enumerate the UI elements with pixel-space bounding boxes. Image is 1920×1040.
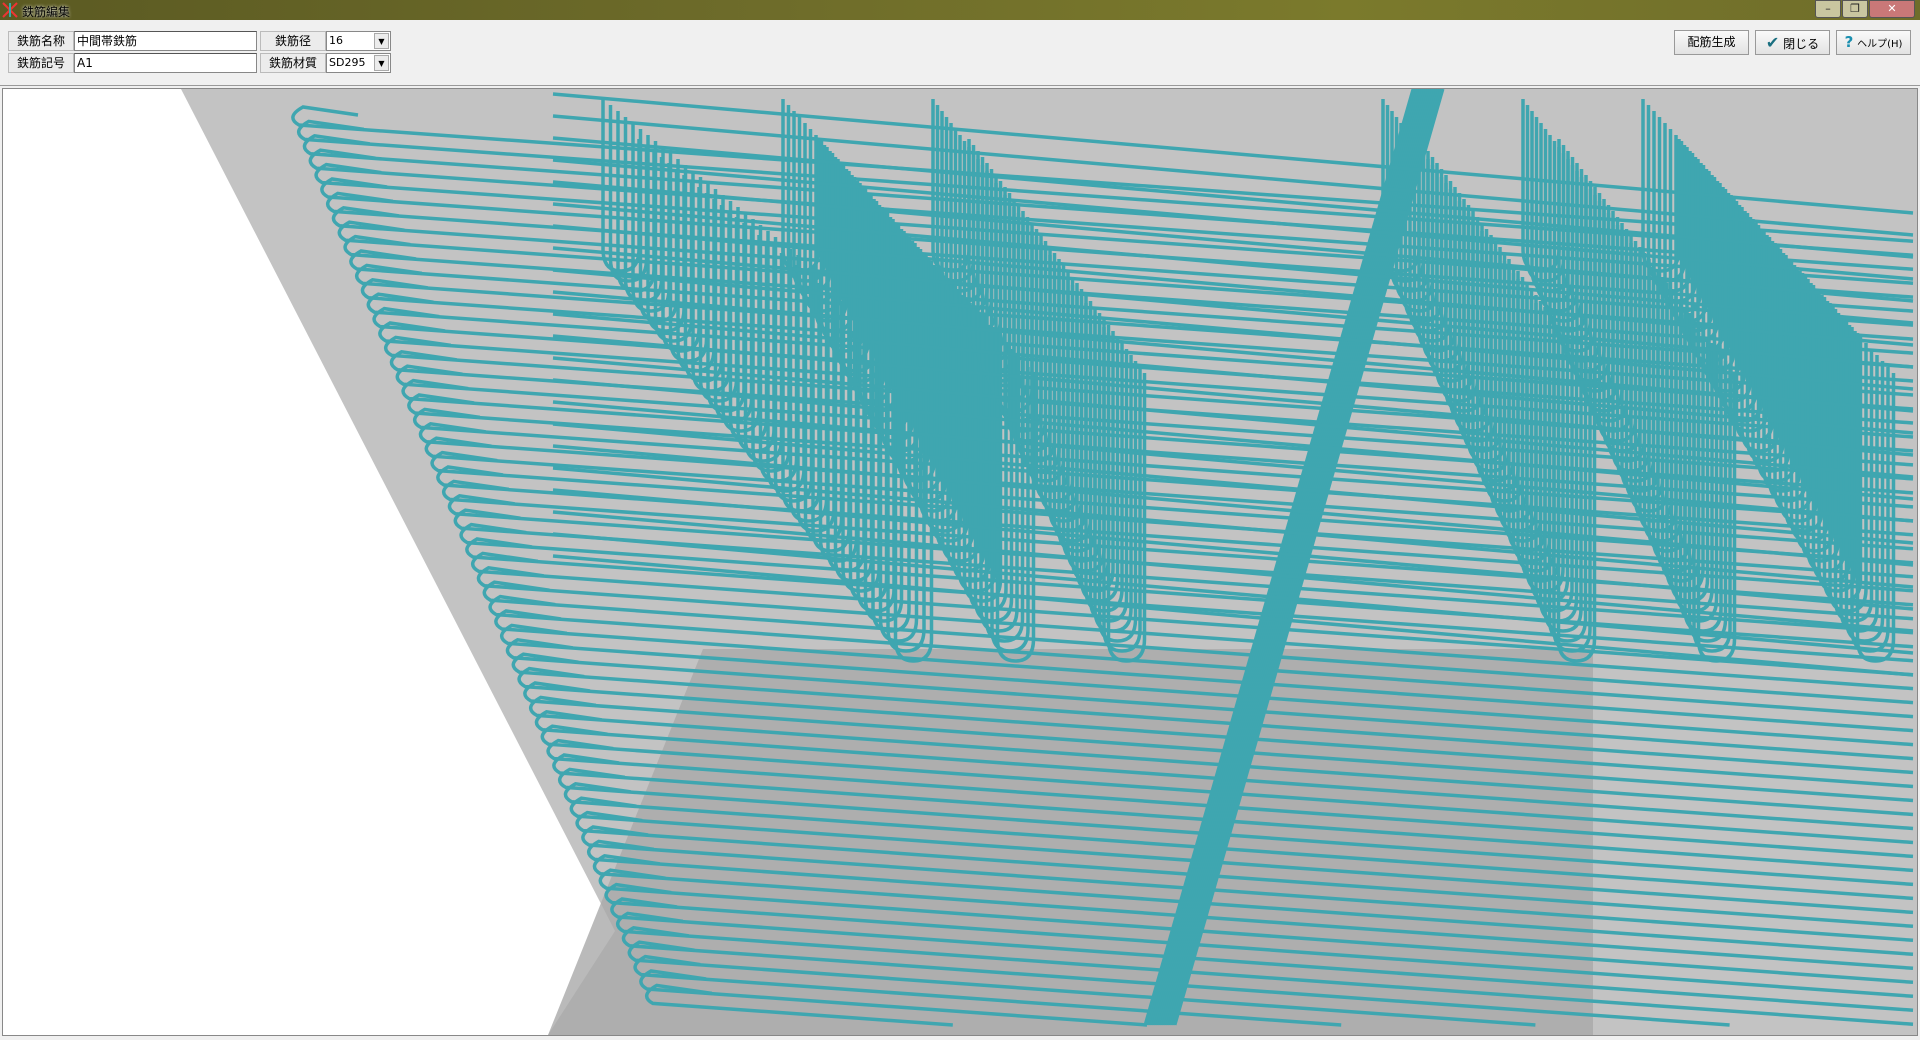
- chevron-down-icon[interactable]: ▼: [374, 33, 389, 49]
- rebar-material-select[interactable]: SD295 ▼: [326, 53, 391, 73]
- window-title: 鉄筋編集: [22, 5, 71, 19]
- rebar-material-value: SD295: [329, 56, 366, 69]
- chevron-down-icon[interactable]: ▼: [374, 55, 389, 71]
- help-button[interactable]: ? ヘルプ(H): [1836, 30, 1911, 55]
- close-window-button[interactable]: ✕: [1869, 0, 1915, 18]
- generate-label: 配筋生成: [1687, 35, 1736, 49]
- minimize-button[interactable]: –: [1815, 0, 1841, 18]
- restore-button[interactable]: ❐: [1842, 0, 1868, 18]
- rebar-symbol-label: 鉄筋記号: [8, 53, 74, 73]
- 3d-rebar-viewport[interactable]: [2, 88, 1918, 1036]
- toolbar: 鉄筋名称 中間帯鉄筋 鉄筋記号 A1 鉄筋径 16 ▼ 鉄筋材質 SD295 ▼ 配…: [0, 20, 1920, 86]
- rebar-diameter-select[interactable]: 16 ▼: [326, 31, 391, 51]
- app-icon: [2, 2, 18, 18]
- rebar: [552, 92, 1914, 215]
- close-button[interactable]: ✔ 閉じる: [1755, 30, 1830, 55]
- rebar-material-label: 鉄筋材質: [260, 53, 326, 73]
- rebar-name-label: 鉄筋名称: [8, 31, 74, 51]
- close-label: 閉じる: [1783, 37, 1820, 51]
- rebar-3d-scene: [3, 89, 1914, 1035]
- checkmark-icon: ✔: [1765, 33, 1780, 52]
- rebar-diameter-label: 鉄筋径: [260, 31, 326, 51]
- help-icon: ?: [1844, 33, 1854, 51]
- rebar-diameter-value: 16: [329, 34, 343, 47]
- title-bar: 鉄筋編集 – ❐ ✕: [0, 0, 1920, 20]
- help-label: ヘルプ(H): [1857, 39, 1903, 50]
- generate-rebar-button[interactable]: 配筋生成: [1674, 30, 1749, 55]
- rebar-name-input[interactable]: 中間帯鉄筋: [74, 31, 257, 51]
- rebar-symbol-input[interactable]: A1: [74, 53, 257, 73]
